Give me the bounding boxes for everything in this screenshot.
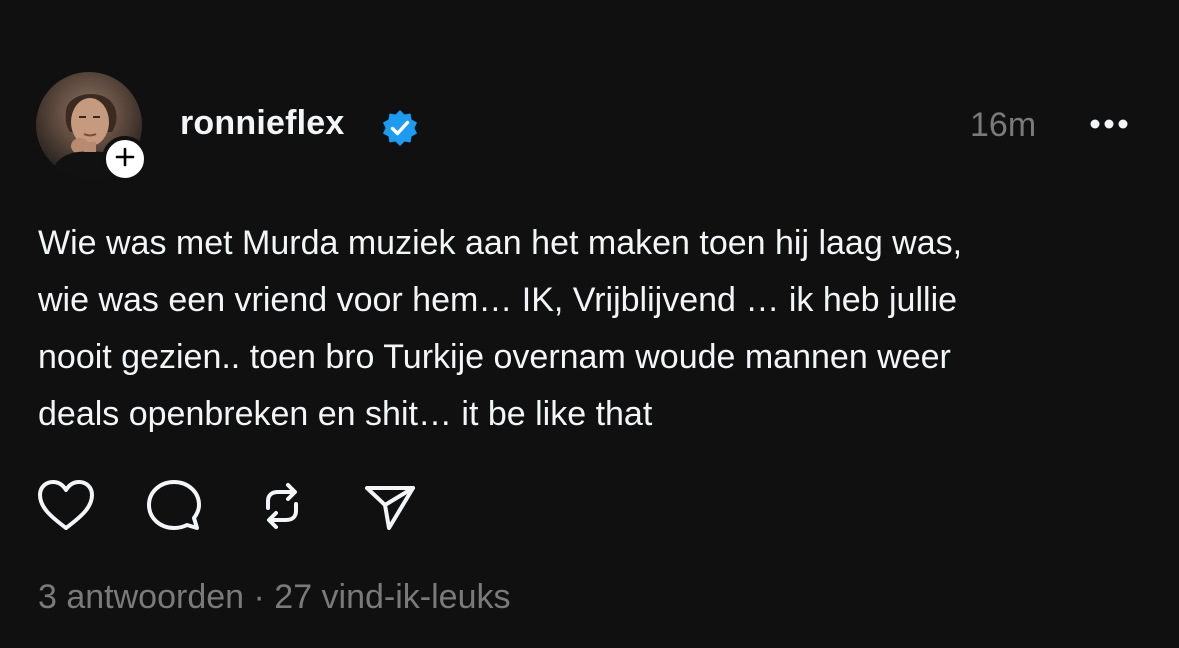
post-text-line: wie was een vriend voor hem… IK, Vrijbli… [38, 281, 958, 319]
repost-icon [254, 478, 310, 539]
verified-badge-icon [380, 108, 420, 148]
send-icon [361, 478, 419, 539]
like-button[interactable] [36, 478, 96, 538]
likes-count[interactable]: 27 vind-ik-leuks [274, 578, 510, 616]
username[interactable]: ronnieflex [180, 104, 344, 143]
follow-button[interactable] [102, 136, 148, 182]
more-options-icon [1087, 117, 1131, 135]
heart-icon [36, 478, 96, 539]
post-text-line: nooit gezien.. toen bro Turkije overnam … [38, 338, 951, 376]
comment-bubble-icon [145, 477, 203, 540]
stats-separator: · [253, 578, 265, 616]
post-text-line: deals openbreken en shit… it be like tha… [38, 395, 653, 433]
post-stats: 3 antwoorden · 27 vind-ik-leuks [38, 578, 511, 617]
avatar-container [36, 72, 148, 182]
share-button[interactable] [360, 478, 420, 538]
thread-post: ronnieflex 16m Wie was met Murda muziek … [0, 0, 1179, 648]
repost-button[interactable] [252, 478, 312, 538]
post-text: Wie was met Murda muziek aan het maken t… [38, 215, 1148, 443]
post-timestamp: 16m [970, 106, 1037, 144]
replies-count[interactable]: 3 antwoorden [38, 578, 244, 616]
post-text-line: Wie was met Murda muziek aan het maken t… [38, 224, 963, 262]
plus-icon [114, 146, 136, 173]
more-options-button[interactable] [1084, 110, 1134, 142]
reply-button[interactable] [144, 478, 204, 538]
